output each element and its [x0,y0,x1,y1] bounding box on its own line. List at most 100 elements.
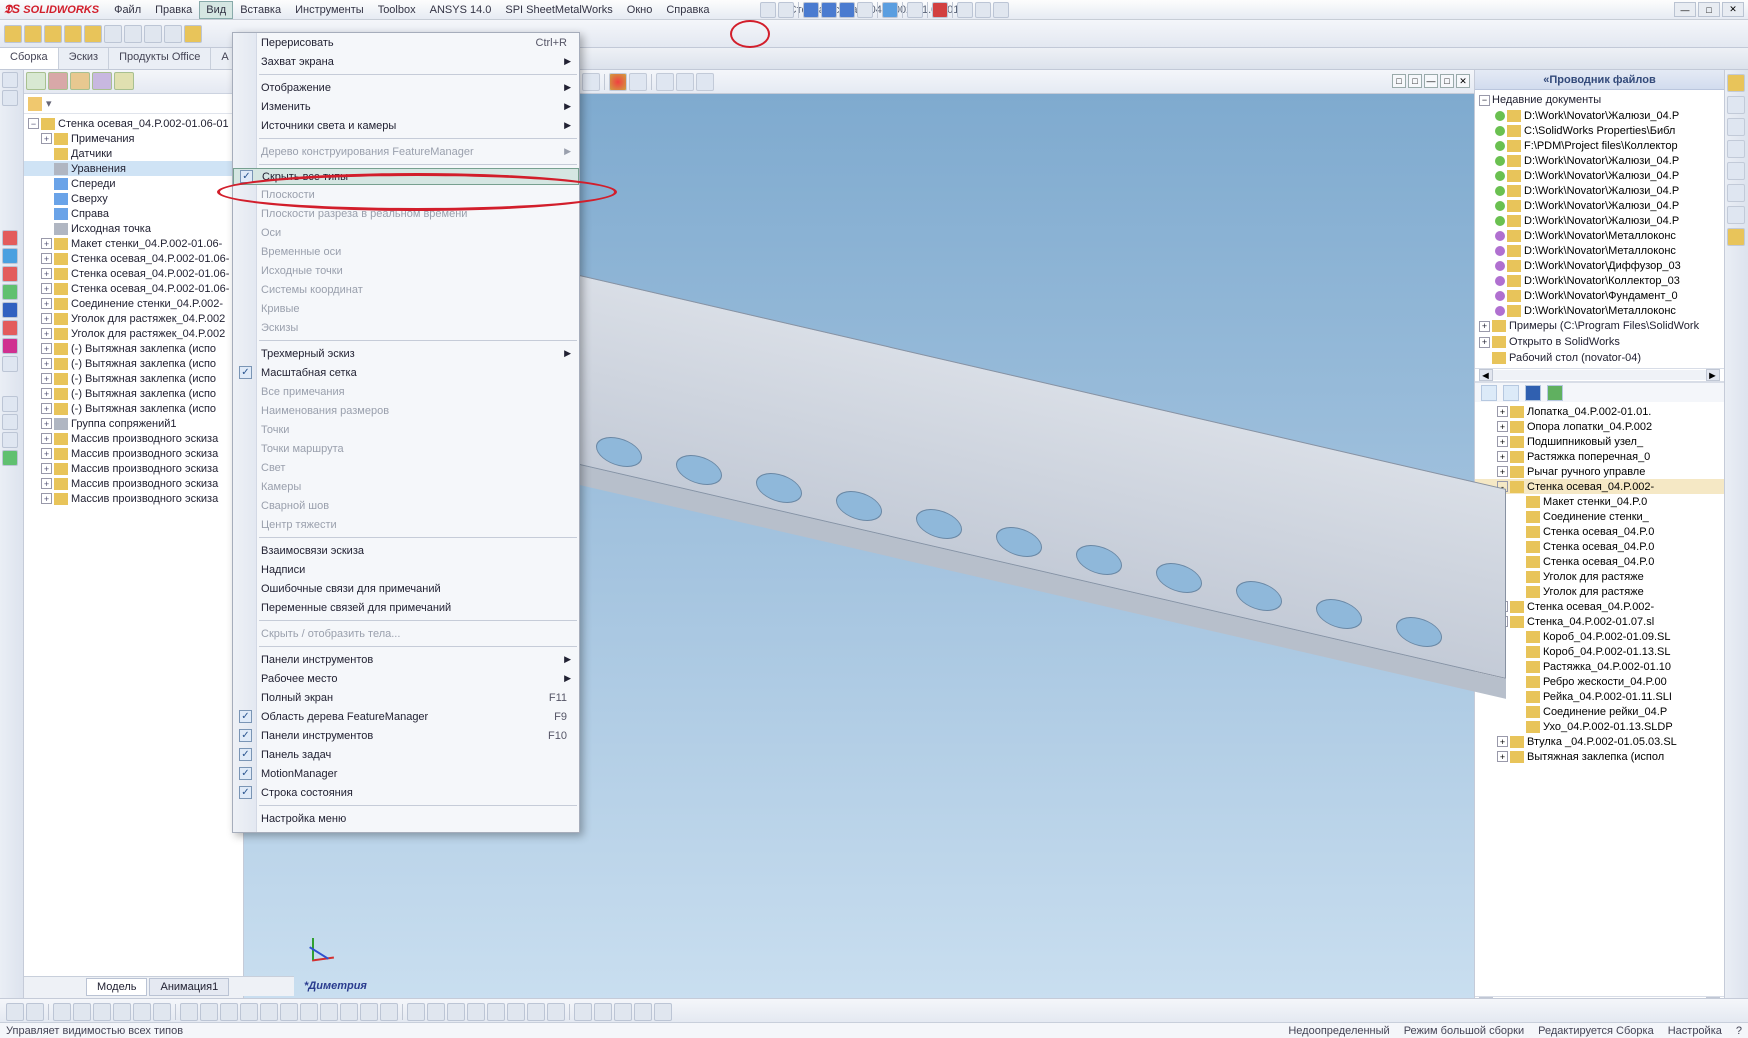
tree2-item[interactable]: Короб_04.P.002-01.13.SL [1475,644,1724,659]
tp-icon[interactable] [1727,74,1745,92]
bt-icon[interactable] [133,1003,151,1021]
tree-item[interactable]: +Массив производного эскиза [24,431,243,446]
bt-icon[interactable] [320,1003,338,1021]
recent-file[interactable]: D:\Work\Novator\Жалюзи_04.P [1475,183,1724,198]
lt-icon[interactable] [2,432,18,448]
recent-file[interactable]: D:\Work\Novator\Фундамент_0 [1475,288,1724,303]
tree-item[interactable]: +Стенка осевая_04.P.002-01.06- [24,251,243,266]
menu-item[interactable]: ПерерисоватьCtrl+R [233,33,579,52]
props-icon[interactable] [857,2,873,18]
ft-icon[interactable] [104,25,122,43]
tree2-item[interactable]: +Растяжка поперечная_0 [1475,449,1724,464]
bt-icon[interactable] [113,1003,131,1021]
tree-item[interactable]: +(-) Вытяжная заклепка (испо [24,371,243,386]
vt-icon[interactable] [656,73,674,91]
status-help-icon[interactable]: ? [1736,1025,1742,1037]
bt-icon[interactable] [260,1003,278,1021]
lt-icon[interactable] [2,248,18,264]
vt-icon[interactable] [696,73,714,91]
tree2-item[interactable]: Уголок для растяже [1475,569,1724,584]
tree-item[interactable]: Исходная точка [24,221,243,236]
menu-item[interactable]: Источники света и камеры▶ [233,116,579,135]
bt-icon[interactable] [73,1003,91,1021]
ft-icon[interactable] [84,25,102,43]
recent-file[interactable]: D:\Work\Novator\Коллектор_03 [1475,273,1724,288]
undo-icon[interactable] [882,2,898,18]
vt-icon[interactable] [582,73,600,91]
recent-file[interactable]: D:\Work\Novator\Металлоконс [1475,228,1724,243]
menu-file[interactable]: Файл [107,1,148,19]
menu-item[interactable]: Трехмерный эскиз▶ [233,344,579,363]
menu-ansys[interactable]: ANSYS 14.0 [423,1,499,19]
tree-item[interactable]: +Стенка осевая_04.P.002-01.06- [24,266,243,281]
ft-icon[interactable] [64,25,82,43]
recent-file[interactable]: D:\Work\Novator\Жалюзи_04.P [1475,168,1724,183]
menu-item[interactable]: ✓Область дерева FeatureManagerF9 [233,707,579,726]
tree-item[interactable]: +Массив производного эскиза [24,491,243,506]
bt-icon[interactable] [574,1003,592,1021]
menu-item[interactable]: Отображение▶ [233,78,579,97]
tree-item[interactable]: Уравнения [24,161,243,176]
tree2-item[interactable]: Стенка осевая_04.P.0 [1475,554,1724,569]
tab-animation[interactable]: Анимация1 [149,978,229,996]
vp-restore-icon[interactable]: — [1424,74,1438,88]
tree2-item[interactable]: Короб_04.P.002-01.09.SL [1475,629,1724,644]
tree2-item[interactable]: Стенка осевая_04.P.0 [1475,524,1724,539]
menu-item[interactable]: ✓Масштабная сетка [233,363,579,382]
menu-item[interactable]: Надписи [233,560,579,579]
bt-icon[interactable] [427,1003,445,1021]
tree2-item[interactable]: Соединение стенки_ [1475,509,1724,524]
tool2-icon[interactable] [975,2,991,18]
menu-item[interactable]: ✓Скрыть все типы [233,168,579,185]
tree-item[interactable]: +Соединение стенки_04.P.002- [24,296,243,311]
recent-file[interactable]: D:\Work\Novator\Жалюзи_04.P [1475,213,1724,228]
tp-icon[interactable] [1727,228,1745,246]
bt-icon[interactable] [467,1003,485,1021]
bt-icon[interactable] [53,1003,71,1021]
tree2-item[interactable]: +Втулка _04.P.002-01.05.03.SL [1475,734,1724,749]
bt-icon[interactable] [220,1003,238,1021]
ft-icon[interactable] [44,25,62,43]
menu-edit[interactable]: Правка [148,1,199,19]
new-icon[interactable] [760,2,776,18]
saveall-icon[interactable] [821,2,837,18]
vt-icon[interactable] [676,73,694,91]
bt-icon[interactable] [380,1003,398,1021]
tp-icon[interactable] [1727,184,1745,202]
tree-item[interactable]: +Массив производного эскиза [24,476,243,491]
tp-icon[interactable] [1727,162,1745,180]
bt-icon[interactable] [507,1003,525,1021]
bt-icon[interactable] [407,1003,425,1021]
recent-file[interactable]: D:\Work\Novator\Металлоконс [1475,243,1724,258]
lt-icon[interactable] [2,320,18,336]
lt-icon[interactable] [2,414,18,430]
menu-item[interactable]: ✓MotionManager [233,764,579,783]
select-icon[interactable] [907,2,923,18]
rp-icon[interactable] [1525,385,1541,401]
recent-file[interactable]: D:\Work\Novator\Жалюзи_04.P [1475,198,1724,213]
recent-file[interactable]: D:\Work\Novator\Жалюзи_04.P [1475,153,1724,168]
menu-window[interactable]: Окно [620,1,660,19]
menu-toolbox[interactable]: Toolbox [371,1,423,19]
tree-item[interactable]: +Примечания [24,131,243,146]
tree2-item[interactable]: Ухо_04.P.002-01.13.SLDP [1475,719,1724,734]
tree-item[interactable]: +Массив производного эскиза [24,446,243,461]
tree-root[interactable]: −Стенка осевая_04.P.002-01.06-01 [24,116,243,131]
lt-icon[interactable] [2,230,18,246]
rebuild-icon[interactable] [932,2,948,18]
lt-icon[interactable] [2,356,18,372]
menu-item[interactable]: ✓Панели инструментовF10 [233,726,579,745]
vt-icon[interactable] [609,73,627,91]
tree-item[interactable]: +Уголок для растяжек_04.P.002 [24,326,243,341]
lt-icon[interactable] [2,302,18,318]
bt-icon[interactable] [447,1003,465,1021]
tree2-item[interactable]: -Стенка осевая_04.P.002- [1475,479,1724,494]
tree2-item[interactable]: +Рычаг ручного управле [1475,464,1724,479]
menu-insert[interactable]: Вставка [233,1,288,19]
bt-icon[interactable] [547,1003,565,1021]
tree-item[interactable]: Сверху [24,191,243,206]
tree-tab-icon[interactable] [70,72,90,90]
bt-icon[interactable] [26,1003,44,1021]
menu-tools[interactable]: Инструменты [288,1,371,19]
tree2-item[interactable]: Стенка осевая_04.P.0 [1475,539,1724,554]
